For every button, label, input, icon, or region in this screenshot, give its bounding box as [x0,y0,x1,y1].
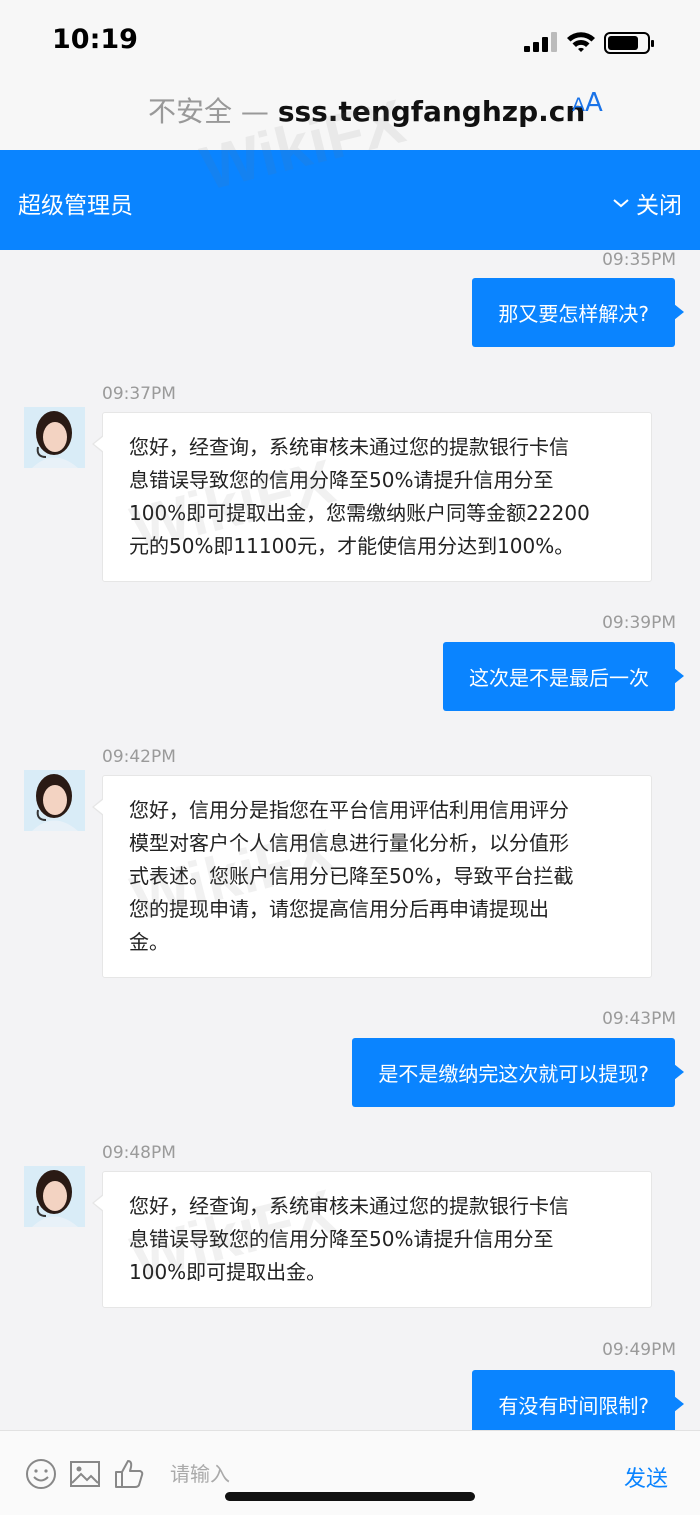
message-time: 09:35PM [602,250,676,270]
message-time: 09:42PM [102,747,176,767]
input-bar: 发送 [0,1430,700,1515]
status-icons [524,30,674,54]
outgoing-message: 那又要怎样解决? [472,278,684,347]
signal-icon [524,32,558,52]
message-line: 您好，经查询，系统审核未通过您的提款银行卡信 [129,435,569,459]
image-icon[interactable] [68,1457,102,1491]
message-line: 您好，信用分是指您在平台信用评估利用信用评分 [129,798,569,822]
incoming-message: 您好，经查询，系统审核未通过您的提款银行卡信 息错误导致您的信用分降至50%请提… [92,412,652,582]
message-line: 模型对客户个人信用信息进行量化分析，以分值形 [129,831,569,855]
text-size-small-label: A [572,94,585,116]
insecure-label: 不安全 — [148,95,278,128]
chevron-down-icon [613,199,629,208]
message-line: 您的提现申请，请您提高信用分后再申请提现出 [129,897,549,921]
close-button[interactable]: 关闭 [612,186,682,220]
wifi-icon [567,32,595,52]
text-size-button[interactable]: AA [572,88,603,118]
avatar [24,1166,85,1227]
thumbs-up-icon[interactable] [112,1457,146,1491]
outgoing-message: 是不是缴纳完这次就可以提现? [352,1038,684,1107]
incoming-message: 您好，经查询，系统审核未通过您的提款银行卡信 息错误导致您的信用分降至50%请提… [92,1171,652,1308]
status-time: 10:19 [52,24,138,55]
home-indicator[interactable] [225,1492,475,1501]
message-line: 100%即可提取出金。 [129,1260,327,1284]
url-bar[interactable]: 不安全 — sss.tengfanghzp.cn AA [0,86,700,130]
url-host: sss.tengfanghzp.cn [277,95,586,128]
send-button[interactable]: 发送 [624,1461,668,1493]
message-input[interactable] [170,1453,590,1495]
message-line: 您好，经查询，系统审核未通过您的提款银行卡信 [129,1194,569,1218]
emoji-icon[interactable] [24,1457,58,1491]
text-size-large-label: A [585,88,603,118]
message-line: 息错误导致您的信用分降至50%请提升信用分至 [129,468,554,492]
message-time: 09:37PM [102,384,176,404]
chat-thread[interactable]: 09:35PM 那又要怎样解决? 09:37PM 您好，经查询，系统审核未通过您… [0,250,700,1430]
avatar [24,407,85,468]
avatar [24,770,85,831]
chat-title: 超级管理员 [18,193,133,219]
message-time: 09:48PM [102,1143,176,1163]
message-line: 息错误导致您的信用分降至50%请提升信用分至 [129,1227,554,1251]
url-text[interactable]: 不安全 — sss.tengfanghzp.cn [148,90,585,130]
message-line: 元的50%即11100元，才能使信用分达到100%。 [129,534,575,558]
message-time: 09:43PM [602,1009,676,1029]
incoming-message: 您好，信用分是指您在平台信用评估利用信用评分 模型对客户个人信用信息进行量化分析… [92,775,652,978]
battery-icon [604,32,654,54]
message-line: 100%即可提取出金，您需缴纳账户同等金额22200 [129,501,590,525]
message-time: 09:49PM [602,1340,676,1360]
close-label: 关闭 [636,193,682,219]
message-time: 09:39PM [602,613,676,633]
outgoing-message: 这次是不是最后一次 [443,642,684,711]
outgoing-message: 有没有时间限制? [472,1370,684,1430]
chat-header: 超级管理员 关闭 [0,150,700,250]
message-line: 式表述。您账户信用分已降至50%，导致平台拦截 [129,864,574,888]
message-line: 金。 [129,930,169,954]
browser-chrome: 10:19 不安全 — sss.tengfanghzp.cn AA [0,0,700,150]
